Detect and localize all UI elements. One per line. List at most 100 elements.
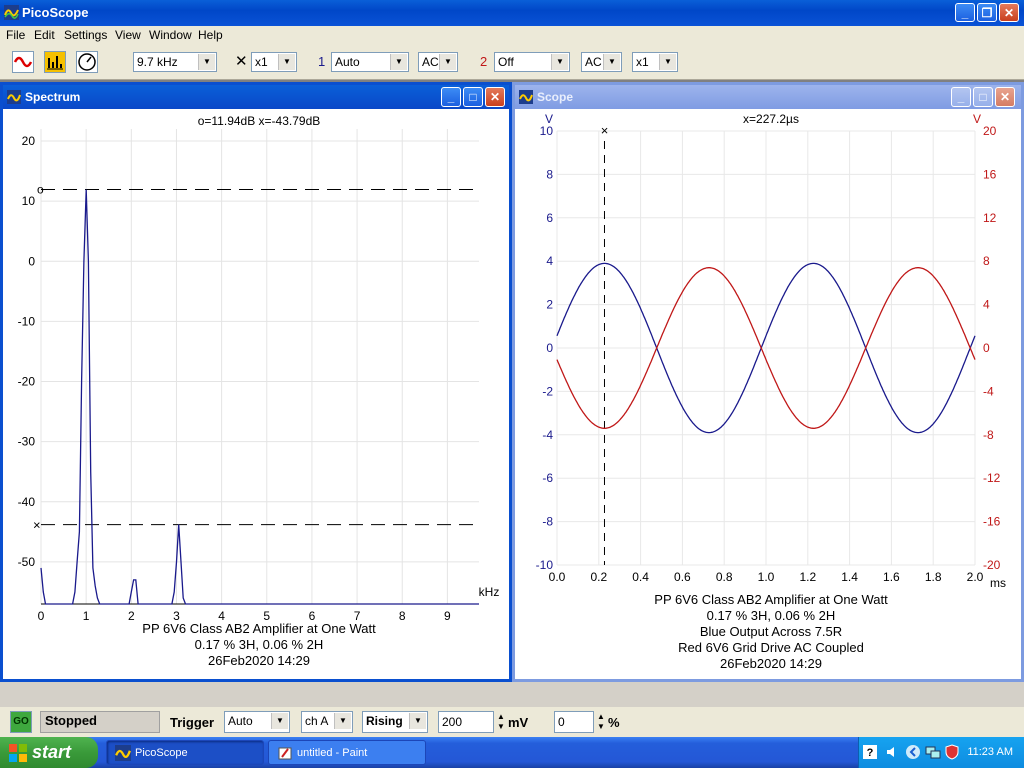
scope-close-button[interactable]: ✕: [995, 87, 1015, 107]
spectrum-y-ticks: 20 10 0 -10 -20 -30 -40 -50: [18, 134, 36, 569]
ch2-coupling-select[interactable]: AC ▼: [581, 52, 622, 72]
picoscope-icon: [115, 745, 131, 761]
x-tick-label: 2.0: [967, 570, 984, 584]
timebase-select[interactable]: 9.7 kHz ▼: [133, 52, 217, 72]
delay-input[interactable]: 0 ▲ ▼: [554, 711, 605, 733]
spectrum-minimize-button[interactable]: _: [441, 87, 461, 107]
left-tick-label: -4: [542, 428, 553, 442]
left-tick-label: 0: [546, 341, 553, 355]
spectrum-cursors[interactable]: [41, 188, 479, 526]
scope-window-titlebar[interactable]: Scope _ □ ✕: [515, 85, 1021, 109]
scope-left-ticks: 1086420-2-4-6-8-10: [536, 124, 554, 572]
show-hidden-icons-chevron[interactable]: [905, 744, 921, 760]
spectrum-readout: o=11.94dB x=-43.79dB: [198, 114, 321, 128]
scope-minimize-button[interactable]: _: [951, 87, 971, 107]
paint-icon: [278, 747, 292, 760]
meter-dial-icon: [78, 53, 96, 71]
spectrum-bars-icon: [47, 56, 63, 70]
multiplier-select[interactable]: x1 ▼: [251, 52, 297, 72]
volume-icon[interactable]: [885, 745, 899, 759]
trigger-channel-select[interactable]: ch A ▼: [301, 711, 353, 733]
menu-help[interactable]: Help: [198, 28, 223, 42]
picoscope-icon: [519, 90, 533, 104]
x-tick-label: 8: [399, 609, 406, 623]
chevron-down-icon: ▼: [271, 713, 288, 729]
menu-file[interactable]: File: [6, 28, 25, 42]
start-button[interactable]: start: [0, 737, 98, 768]
right-tick-label: -8: [983, 428, 994, 442]
x-tick-label: 0.8: [716, 570, 733, 584]
scope-maximize-button[interactable]: □: [973, 87, 993, 107]
menu-window[interactable]: Window: [149, 28, 192, 42]
trigger-label: Trigger: [170, 715, 215, 730]
chevron-down-icon: ▼: [409, 713, 426, 729]
caption-line: Blue Output Across 7.5R: [700, 624, 842, 639]
menu-settings[interactable]: Settings: [64, 28, 107, 42]
cursor-o-marker[interactable]: o: [37, 182, 44, 196]
minimize-button[interactable]: _: [955, 3, 975, 22]
multiplier-icon: ✕: [235, 53, 248, 70]
cursor-x-marker[interactable]: ×: [33, 518, 41, 533]
security-shield-icon[interactable]: [945, 744, 959, 760]
chevron-down-icon: ▼: [659, 54, 676, 70]
chevron-down-icon: ▼: [278, 54, 295, 70]
clock: 11:23 AM: [967, 746, 1013, 758]
scope-view-button[interactable]: [12, 51, 34, 73]
go-button[interactable]: GO: [10, 711, 32, 733]
threshold-input[interactable]: 200 ▲ ▼: [438, 711, 505, 733]
ch1-coupling-select[interactable]: AC ▼: [418, 52, 458, 72]
caption-line: PP 6V6 Class AB2 Amplifier at One Watt: [142, 621, 376, 636]
status-bar: GO Stopped Trigger Auto ▼ ch A ▼ Rising ▼ 2…: [0, 707, 1024, 737]
ch2-multiplier-select[interactable]: x1 ▼: [632, 52, 678, 72]
ch2-range-select[interactable]: Off ▼: [494, 52, 570, 72]
menu-edit[interactable]: Edit: [34, 28, 55, 42]
close-button[interactable]: ✕: [999, 3, 1019, 22]
cursor-x-marker[interactable]: ×: [601, 123, 609, 138]
app-titlebar: PicoScope _ ❐ ✕: [0, 0, 1024, 26]
menu-view[interactable]: View: [115, 28, 141, 42]
trigger-edge-select[interactable]: Rising ▼: [362, 711, 428, 733]
spin-arrows-icon[interactable]: ▲ ▼: [495, 712, 507, 734]
spectrum-view-button[interactable]: [44, 51, 66, 73]
y-tick-label: 20: [22, 134, 36, 148]
run-status: Stopped: [40, 711, 160, 733]
x-tick-label: 2: [128, 609, 135, 623]
chevron-down-icon: ▼: [334, 713, 351, 729]
chevron-down-icon: ▼: [439, 54, 456, 70]
scope-chart[interactable]: x=227.2µs V V 1086420-2-4-6-8-10 2016128…: [515, 109, 1021, 682]
help-icon[interactable]: ?: [863, 745, 877, 759]
scope-window-title: Scope: [537, 90, 574, 104]
spectrum-window-titlebar[interactable]: Spectrum _ □ ✕: [3, 85, 509, 109]
right-tick-label: 4: [983, 298, 990, 312]
spectrum-plot-area[interactable]: o=11.94dB x=-43.79dB 20 10 0 -10 -20 -30 -40 -5…: [3, 109, 509, 679]
x-tick-label: 1.0: [758, 570, 775, 584]
spectrum-chart[interactable]: o=11.94dB x=-43.79dB 20100-10-20-30-40-5…: [3, 109, 509, 682]
caption-line: Red 6V6 Grid Drive AC Coupled: [678, 640, 864, 655]
ch1-range-select[interactable]: Auto ▼: [331, 52, 409, 72]
spectrum-trace: [40, 189, 479, 605]
right-tick-label: 0: [983, 341, 990, 355]
trigger-mode-select[interactable]: Auto ▼: [224, 711, 290, 733]
left-tick-label: 2: [546, 298, 553, 312]
restore-button[interactable]: ❐: [977, 3, 997, 22]
left-tick-label: 4: [546, 254, 553, 268]
caption-line: PP 6V6 Class AB2 Amplifier at One Watt: [654, 592, 888, 607]
task-paint[interactable]: untitled - Paint: [268, 740, 426, 765]
caption-line: 0.17 % 3H, 0.06 % 2H: [195, 637, 324, 652]
task-picoscope[interactable]: PicoScope: [106, 740, 264, 765]
spectrum-window: Spectrum _ □ ✕ o=11.94dB x=-43.79dB 20 10…: [0, 82, 512, 682]
y-tick-label: -30: [18, 435, 36, 449]
scope-plot-area[interactable]: x=227.2µs V V 10 8 6 4 2 0 -2 -4 -6 -8 -10 20 16 12 8…: [515, 109, 1021, 679]
network-icon[interactable]: [925, 745, 941, 759]
left-tick-label: 10: [540, 124, 554, 138]
scope-wave-icon: [13, 56, 33, 68]
meter-view-button[interactable]: [76, 51, 98, 73]
y-tick-label: -20: [18, 375, 36, 389]
spectrum-close-button[interactable]: ✕: [485, 87, 505, 107]
picoscope-icon: [4, 5, 19, 20]
scope-x-unit: ms: [990, 576, 1006, 590]
spectrum-maximize-button[interactable]: □: [463, 87, 483, 107]
threshold-unit: mV: [508, 715, 529, 730]
right-tick-label: -20: [983, 558, 1001, 572]
spin-arrows-icon[interactable]: ▲ ▼: [595, 712, 607, 734]
